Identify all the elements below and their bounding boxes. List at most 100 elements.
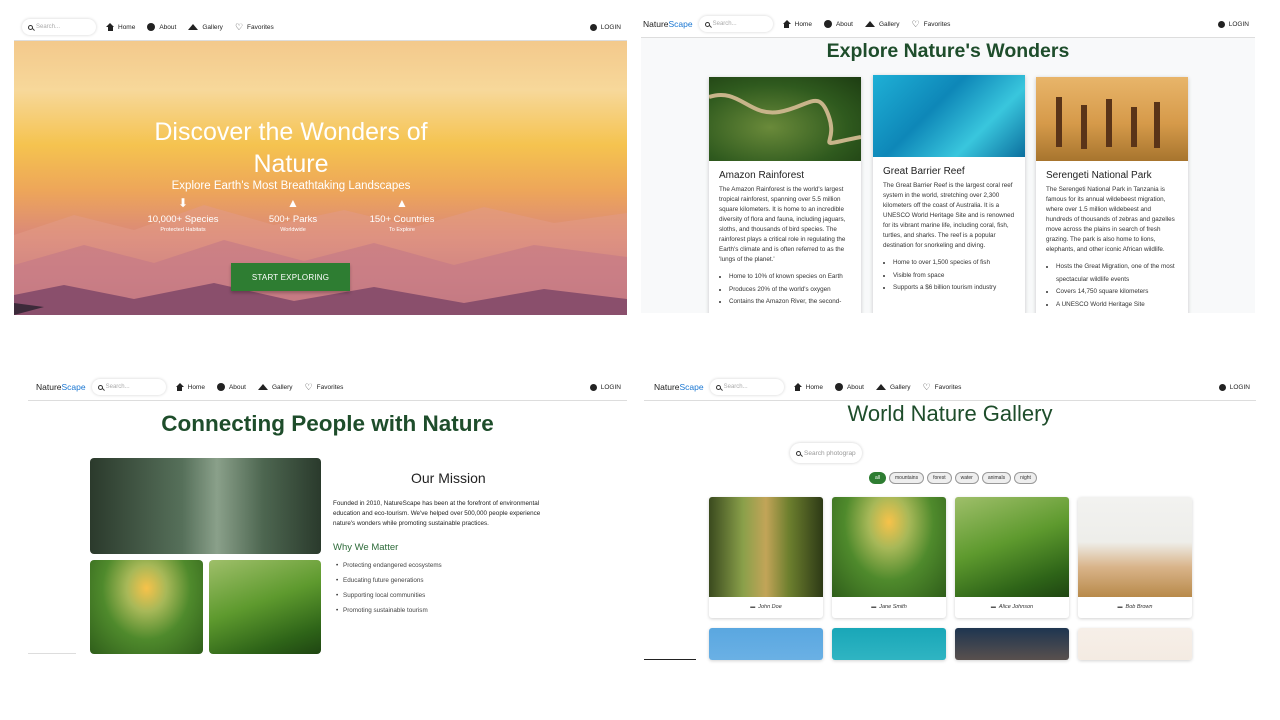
search-icon [796, 450, 801, 456]
heart-icon: ♡ [234, 22, 244, 32]
amazon-photo [709, 77, 861, 161]
gallery-card[interactable]: John Doe [709, 497, 823, 618]
section-title: Explore Nature's Wonders [826, 40, 1070, 62]
home-icon [782, 20, 791, 28]
card-serengeti[interactable]: Serengeti National Park The Serengeti Na… [1036, 77, 1188, 313]
filter-chip-animals[interactable]: animals [981, 472, 1012, 484]
search-input[interactable]: Search... [91, 379, 166, 395]
navbar: NatureScape Search... Home About Gallery… [644, 374, 1256, 401]
card-title: Great Barrier Reef [883, 166, 965, 177]
tree-icon: ▲ [287, 196, 299, 210]
photo-author: Alice Johnson [955, 604, 1069, 610]
why-item: Supporting local communities [336, 588, 442, 603]
filter-chip-water[interactable]: water [954, 472, 979, 484]
brand-logo[interactable]: NatureScape [643, 19, 693, 29]
mountain-icon: ▲ [396, 196, 408, 210]
search-icon [28, 24, 33, 30]
search-input[interactable]: Search... [22, 19, 96, 35]
card-text: The Amazon Rainforest is the world's lar… [719, 186, 846, 263]
hero-title: Discover the Wonders of Nature [154, 118, 428, 178]
about-title: Connecting People with Nature [161, 411, 494, 436]
nav-home[interactable]: Home [106, 23, 135, 31]
login-button[interactable]: LOGIN [1218, 383, 1250, 391]
nav-about[interactable]: About [216, 383, 246, 391]
start-exploring-button[interactable]: START EXPLORING [231, 263, 350, 291]
panel-explore: NatureScape Search... Home About Gallery… [641, 11, 1255, 313]
nav-gallery[interactable]: Gallery [188, 24, 223, 31]
navbar: NatureScape Search... Home About Gallery… [28, 374, 627, 401]
nav-favorites[interactable]: ♡ Favorites [305, 383, 344, 392]
info-icon [834, 383, 843, 391]
landscape-icon [257, 384, 268, 390]
info-icon [823, 20, 832, 28]
brand-logo[interactable]: NatureScape [36, 382, 86, 392]
card-points: Home to over 1,500 species of fish Visib… [893, 257, 1015, 295]
nav-about[interactable]: About [147, 23, 176, 31]
card-title: Amazon Rainforest [719, 170, 805, 181]
river-illustration [709, 93, 861, 145]
nav-about[interactable]: About [834, 383, 864, 391]
gallery-card[interactable]: Alice Johnson [955, 497, 1069, 618]
heart-icon: ♡ [922, 382, 931, 392]
gallery-search-input[interactable]: Search photograp [790, 443, 862, 463]
card-great-barrier-reef[interactable]: Great Barrier Reef The Great Barrier Ree… [873, 75, 1025, 313]
stat-parks: ▲ 500+ Parks Worldwide [248, 195, 338, 233]
card-amazon[interactable]: Amazon Rainforest The Amazon Rainforest … [709, 77, 861, 313]
scroll-indicator [28, 653, 76, 654]
gallery-card[interactable]: Bob Brown [1078, 497, 1192, 618]
forest-path-photo [709, 497, 823, 597]
filter-chip-forest[interactable]: forest [927, 472, 952, 484]
search-input[interactable]: Search... [698, 16, 773, 32]
reef-photo [873, 75, 1025, 157]
panel-home-hero: Search... Home About Gallery ♡ Favorites … [14, 14, 627, 315]
hero-banner: Discover the Wonders of Nature Explore E… [14, 41, 627, 315]
forest-photo [90, 458, 321, 554]
login-button[interactable]: LOGIN [589, 383, 621, 391]
filter-chip-mountains[interactable]: mountains [889, 472, 925, 484]
info-icon [216, 383, 225, 391]
giraffes-illustration [1056, 97, 1160, 149]
nav-gallery[interactable]: Gallery [257, 384, 293, 391]
nav-about[interactable]: About [823, 20, 853, 28]
nav-gallery[interactable]: Gallery [864, 21, 900, 28]
nav-home[interactable]: Home [782, 20, 812, 28]
brand-logo[interactable]: NatureScape [654, 382, 704, 392]
search-icon [97, 384, 103, 390]
gallery-card[interactable] [709, 628, 823, 660]
why-item: Protecting endangered ecosystems [336, 558, 442, 573]
nav-favorites[interactable]: ♡ Favorites [234, 22, 274, 32]
home-icon [175, 383, 184, 391]
search-input[interactable]: Search... [709, 379, 784, 395]
sky-photo [709, 628, 823, 660]
filter-chip-all[interactable]: all [869, 472, 887, 484]
spiral-field-photo [90, 560, 203, 654]
navbar: NatureScape Search... Home About Gallery… [641, 11, 1255, 38]
nav-favorites[interactable]: ♡ Favorites [922, 382, 962, 392]
hero-subtitle: Explore Earth's Most Breathtaking Landsc… [171, 180, 411, 192]
nav-home[interactable]: Home [175, 383, 205, 391]
nav-home[interactable]: Home [793, 383, 823, 391]
serengeti-photo [1036, 77, 1188, 161]
card-points: Hosts the Great Migration, one of the mo… [1056, 261, 1178, 311]
photo-author: Bob Brown [1078, 604, 1192, 610]
why-item: Educating future generations [336, 573, 442, 588]
navbar: Search... Home About Gallery ♡ Favorites … [14, 14, 627, 41]
gallery-card[interactable] [1078, 628, 1192, 660]
login-button[interactable]: LOGIN [589, 23, 621, 31]
gallery-card[interactable] [832, 628, 946, 660]
photo-author: Jane Smith [832, 604, 946, 610]
filter-chip-night[interactable]: night [1014, 472, 1037, 484]
nav-favorites[interactable]: ♡ Favorites [912, 20, 951, 29]
gallery-card[interactable]: Jane Smith [832, 497, 946, 618]
info-icon [147, 23, 156, 31]
gallery-card[interactable] [955, 628, 1069, 660]
why-heading: Why We Matter [333, 542, 399, 553]
nav-gallery[interactable]: Gallery [875, 384, 911, 391]
login-button[interactable]: LOGIN [1217, 20, 1249, 28]
account-icon [1218, 383, 1226, 391]
landscape-icon [188, 24, 199, 30]
account-icon [589, 23, 597, 31]
filter-chips: all mountains forest water animals night [869, 472, 1037, 484]
stat-countries: ▲ 150+ Countries To Explore [357, 195, 447, 233]
card-points: Home to 10% of known species on Earth Pr… [729, 271, 851, 309]
